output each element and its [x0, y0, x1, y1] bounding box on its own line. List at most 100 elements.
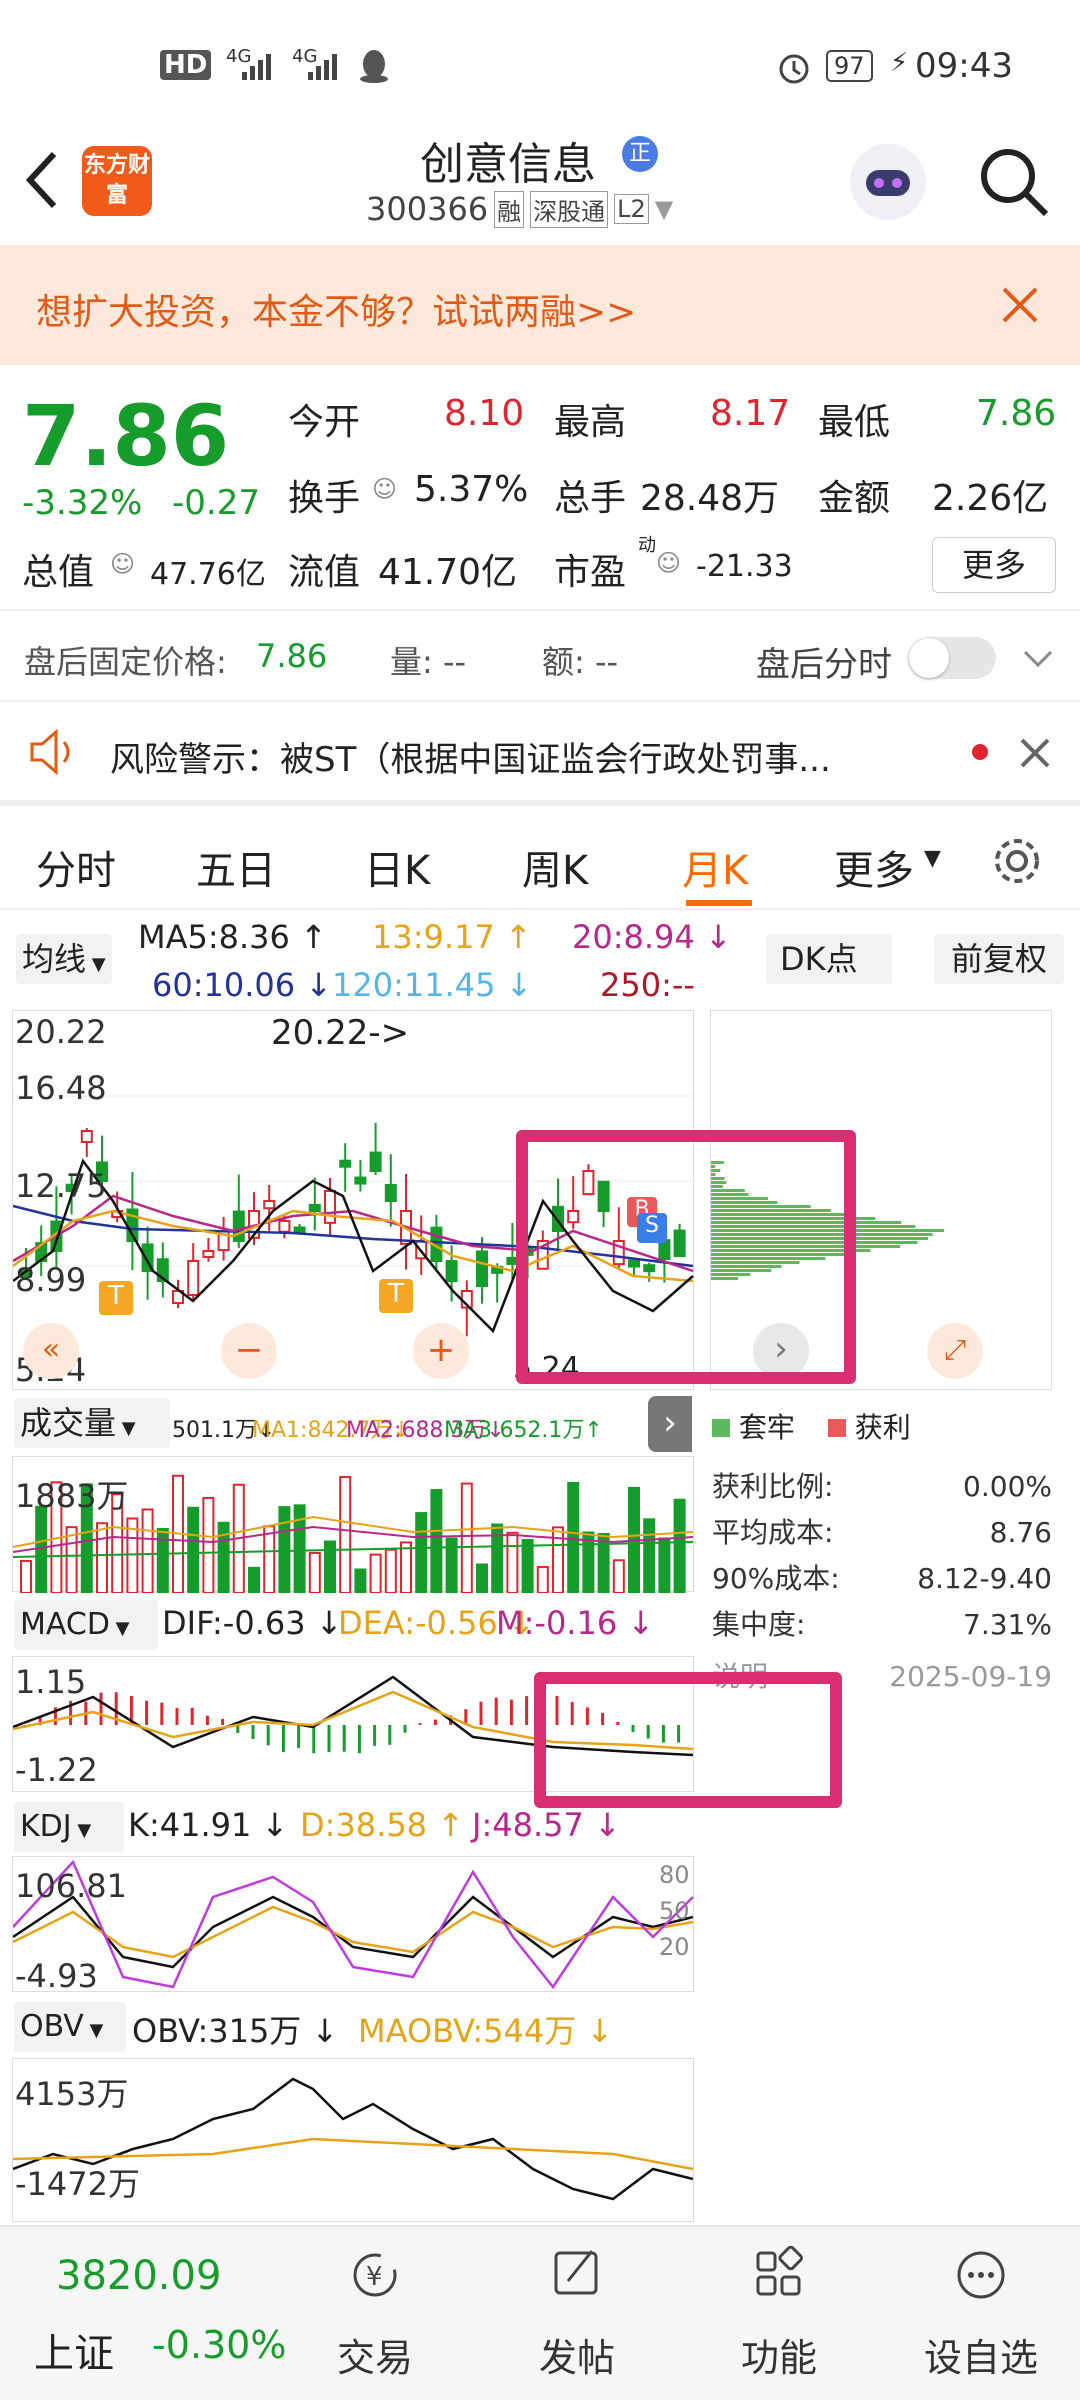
low-value: 7.86	[976, 393, 1057, 434]
info-icon-2[interactable]: ☺	[372, 475, 397, 503]
info-icon[interactable]: ☺	[110, 550, 135, 578]
obv-selector[interactable]: OBV ▼	[14, 2002, 126, 2052]
candle	[369, 1151, 382, 1173]
tab-timeshare[interactable]: 分时	[36, 838, 116, 896]
highlight-box-2	[534, 1672, 842, 1808]
turnover-label: 换手	[288, 478, 361, 519]
risk-warning[interactable]: 风险警示：被ST（根据中国证监会行政处罚事...	[0, 700, 1080, 806]
kdj-y-top: 106.81	[15, 1867, 127, 1905]
tab-daily-k[interactable]: 日K	[364, 838, 430, 896]
volume-bar	[612, 1559, 625, 1593]
volume-bar	[187, 1506, 200, 1593]
battery-level: 97	[826, 50, 873, 82]
maobv-value: MAOBV:544万 ↓	[358, 2012, 614, 2050]
more-button[interactable]: 更多	[932, 537, 1056, 593]
avg-cost-label: 平均成本:	[712, 1516, 834, 1549]
volume-bar	[96, 1522, 108, 1593]
volume-bar	[384, 1548, 397, 1593]
dropdown-icon[interactable]: ▼	[655, 195, 673, 223]
kdj-ref-80: 80	[659, 1861, 690, 1889]
kdj-selector[interactable]: KDJ ▼	[14, 1802, 124, 1852]
function-button[interactable]: 功能	[714, 2227, 844, 2402]
index-change: -0.30%	[152, 2323, 287, 2367]
kdj-y-bottom: -4.93	[15, 1957, 98, 1995]
qq-icon	[360, 50, 388, 83]
ma-selector[interactable]: 均线 ▼	[16, 934, 112, 984]
search-icon[interactable]	[976, 144, 1052, 220]
volume-bar	[35, 1505, 48, 1593]
tab-indicator	[686, 900, 752, 906]
index-ticker[interactable]: 3820.09 上证 -0.30%	[0, 2227, 290, 2402]
info-icon-3[interactable]: ☺	[656, 549, 681, 577]
trade-button[interactable]: ¥ 交易	[310, 2227, 440, 2402]
grid-icon	[756, 2245, 803, 2296]
kdj-j: J:48.57 ↓	[472, 1806, 621, 1844]
vol-ma3: MA3:652.1万↑	[444, 1418, 603, 1443]
warning-text[interactable]: 风险警示：被ST（根据中国证监会行政处罚事...	[110, 732, 831, 781]
volume-bar	[476, 1563, 488, 1593]
volume-bar	[643, 1518, 656, 1593]
high-value: 8.17	[710, 393, 791, 434]
volume-chart[interactable]: 1883万	[12, 1456, 694, 1593]
change-value: -0.27	[172, 483, 260, 523]
speaker-icon	[30, 728, 70, 776]
amount-label: 金额	[818, 478, 891, 519]
candle	[339, 1159, 352, 1168]
candle	[263, 1200, 276, 1210]
t-marker[interactable]: T	[99, 1281, 133, 1315]
ma120-label: 120:11.45 ↓	[332, 966, 533, 1004]
post-button[interactable]: 发帖	[512, 2227, 642, 2402]
zoom-out-icon[interactable]: −	[221, 1323, 277, 1379]
volume-selector[interactable]: 成交量 ▼	[14, 1398, 170, 1448]
volume-bar	[506, 1531, 519, 1593]
chevron-down-icon[interactable]	[1022, 647, 1054, 671]
promo-text[interactable]: 想扩大投资，本金不够？试试两融>>	[36, 283, 636, 335]
function-label: 功能	[740, 2336, 817, 2380]
promo-banner[interactable]: 想扩大投资，本金不够？试试两融>>	[0, 245, 1080, 365]
hd-icon: HD	[160, 50, 212, 80]
chip-date: 2025-09-19	[889, 1660, 1052, 1693]
ma20-label: 20:8.94 ↓	[572, 918, 732, 956]
clock: 09:43	[915, 46, 1013, 86]
trap-label: 套牢	[738, 1411, 795, 1444]
volume-bar	[536, 1565, 549, 1593]
close-icon[interactable]	[1000, 285, 1040, 325]
panel-expand-icon[interactable]: ›	[648, 1396, 692, 1452]
tab-weekly-k[interactable]: 周K	[522, 838, 588, 896]
app-logo[interactable]: 东方财富	[82, 146, 152, 216]
candle	[476, 1250, 488, 1287]
charging-icon: ⚡	[890, 48, 909, 78]
ma-selector-label: 均线	[22, 940, 87, 978]
pe-sup: 动	[638, 535, 656, 556]
t-marker-2[interactable]: T	[379, 1279, 413, 1313]
after-price: 7.86	[256, 637, 328, 675]
alarm-icon	[779, 54, 809, 84]
open-value: 8.10	[444, 393, 525, 434]
expand-icon[interactable]: ⤢	[927, 1323, 983, 1379]
volume-bar	[202, 1496, 215, 1593]
ma5-label: MA5:8.36 ↑	[138, 918, 327, 956]
zoom-in-icon[interactable]: +	[413, 1323, 469, 1379]
adjust-button[interactable]: 前复权	[934, 934, 1064, 984]
tab-five-day[interactable]: 五日	[196, 838, 276, 896]
close-icon-2[interactable]	[1018, 736, 1052, 770]
volume-bar	[369, 1553, 382, 1593]
dk-button[interactable]: DK点	[766, 934, 892, 984]
after-timeshare-toggle[interactable]	[908, 637, 996, 679]
gear-icon[interactable]	[990, 834, 1044, 888]
scroll-left-icon[interactable]: «	[23, 1323, 79, 1379]
caret-down-icon[interactable]: ▼	[924, 846, 941, 871]
volume-bar	[673, 1498, 686, 1593]
tab-monthly-k[interactable]: 月K	[682, 838, 748, 896]
robot-avatar-icon[interactable]	[846, 140, 930, 224]
watchlist-label: 设自选	[923, 2336, 1038, 2380]
level2-tag: L2	[614, 194, 649, 224]
macd-selector[interactable]: MACD ▼	[14, 1600, 158, 1650]
obv-chart[interactable]: 4153万 -1472万	[12, 2058, 694, 2222]
back-icon[interactable]	[22, 150, 62, 210]
yen-icon: ¥	[353, 2253, 397, 2297]
tab-more[interactable]: 更多	[834, 838, 914, 896]
watchlist-button[interactable]: 设自选	[916, 2227, 1046, 2402]
kdj-chart[interactable]: 106.81 -4.93 80 50 20	[12, 1856, 694, 1995]
ma250-label: 250:--	[600, 966, 695, 1004]
